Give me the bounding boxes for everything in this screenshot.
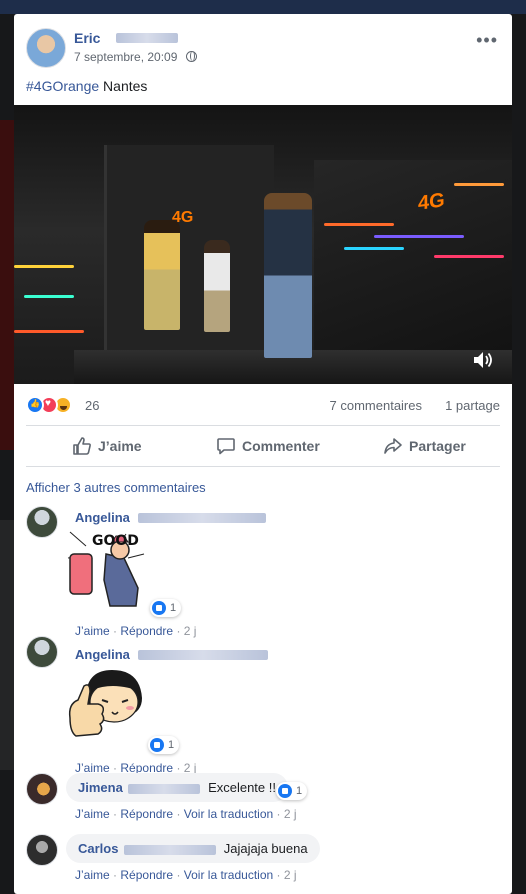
comment-count-link[interactable]: 7 commentaires <box>330 398 422 413</box>
light-streak <box>324 223 394 226</box>
brand-4g-screen: 4G <box>418 189 445 215</box>
video-person-man <box>264 193 312 358</box>
post-action-bar: J’aime Commenter Partager <box>26 425 500 467</box>
comment-button[interactable]: Commenter <box>216 426 320 466</box>
comment-like-badge[interactable]: 1 <box>150 599 182 617</box>
comment-text: Excelente !! <box>208 780 276 795</box>
good-thumbs-up-sticker: GOOD <box>66 528 148 608</box>
light-streak <box>374 235 464 238</box>
post-text-body: Nantes <box>99 78 148 94</box>
comment-bubble: Jimena Excelente !! <box>66 773 288 802</box>
video-person-child <box>204 240 230 332</box>
light-streak <box>14 330 84 333</box>
comment-like-count: 1 <box>170 602 177 614</box>
sticker-text: GOOD <box>92 533 139 549</box>
like-mini-icon <box>150 738 164 752</box>
reaction-count[interactable]: 26 <box>85 398 99 413</box>
comment-header: Angelina <box>75 646 269 664</box>
comment-time[interactable]: 2 j <box>284 868 297 882</box>
comment-like-link[interactable]: J’aime <box>75 807 110 821</box>
commenter-avatar[interactable] <box>26 506 58 538</box>
light-streak <box>454 183 504 186</box>
post-timestamp[interactable]: 7 septembre, 20:09 <box>74 50 177 64</box>
light-streak <box>344 247 404 250</box>
post-meta: 7 septembre, 20:09 <box>74 50 197 64</box>
commenter-name[interactable]: Jimena <box>78 780 123 795</box>
commenter-avatar[interactable] <box>26 834 58 866</box>
like-mini-icon <box>152 601 166 615</box>
top-navigation-bar <box>0 0 526 14</box>
comment-item: Jimena Excelente !! 1 J’aime · Répondre … <box>26 773 500 825</box>
reaction-icons[interactable] <box>26 396 84 414</box>
comment-like-count: 1 <box>296 785 303 797</box>
hashtag-link[interactable]: #4GOrange <box>26 78 99 94</box>
comment-item: Angelina GOOD 1 J’aime · Répondre · 2 j <box>26 506 500 638</box>
comment-reply-link[interactable]: Répondre <box>120 807 173 821</box>
commenter-name[interactable]: Angelina <box>75 510 130 525</box>
light-streak <box>14 265 74 268</box>
redacted-surname <box>138 649 269 660</box>
comment-like-count: 1 <box>168 739 175 751</box>
comment-text: Jajajaja buena <box>223 841 308 856</box>
share-button[interactable]: Partager <box>383 426 466 466</box>
author-avatar[interactable] <box>26 28 66 68</box>
comment-like-badge[interactable]: 1 <box>276 782 308 800</box>
video-person-boy <box>144 220 180 330</box>
light-streak <box>24 295 74 298</box>
video-stage-wall <box>104 145 274 365</box>
commenter-name[interactable]: Carlos <box>78 841 118 856</box>
share-button-label: Partager <box>409 438 466 454</box>
light-streak <box>434 255 504 258</box>
comment-actions: J’aime · Répondre · Voir la traduction ·… <box>75 807 297 821</box>
like-button-label: J’aime <box>98 438 142 454</box>
commenter-name[interactable]: Angelina <box>75 647 130 662</box>
thumbs-up-girl-sticker <box>66 664 146 746</box>
thumbs-up-icon <box>73 437 91 455</box>
post-video[interactable]: 4G 4G <box>14 105 512 384</box>
like-button[interactable]: J’aime <box>72 426 142 466</box>
redacted-surname <box>138 512 267 523</box>
share-arrow-icon <box>384 438 402 454</box>
comment-bubble: Carlos Jajajaja buena <box>66 834 320 863</box>
author-name[interactable]: Eric <box>74 30 100 46</box>
see-translation-link[interactable]: Voir la traduction <box>184 807 273 821</box>
redacted-surname <box>116 33 178 43</box>
reactions-summary: 26 7 commentaires 1 partage <box>26 394 500 416</box>
post-card: Eric 7 septembre, 20:09 ••• #4GOrange Na… <box>14 14 512 894</box>
commenter-avatar[interactable] <box>26 636 58 668</box>
see-translation-link[interactable]: Voir la traduction <box>184 868 273 882</box>
post-header: Eric 7 septembre, 20:09 ••• <box>26 26 500 70</box>
speech-bubble-icon <box>217 438 235 455</box>
globe-icon <box>185 51 197 62</box>
comment-time[interactable]: 2 j <box>284 807 297 821</box>
post-text: #4GOrange Nantes <box>26 78 147 94</box>
commenter-avatar[interactable] <box>26 773 58 805</box>
like-reaction-icon <box>26 396 44 414</box>
redacted-surname <box>124 844 217 855</box>
comment-item: Carlos Jajajaja buena J’aime · Répondre … <box>26 834 500 886</box>
comment-like-badge[interactable]: 1 <box>148 736 180 754</box>
speaker-icon[interactable] <box>472 350 494 370</box>
comment-like-link[interactable]: J’aime <box>75 868 110 882</box>
video-stage-backdrop <box>314 160 512 360</box>
comment-reply-link[interactable]: Répondre <box>120 868 173 882</box>
share-count-link[interactable]: 1 partage <box>445 398 500 413</box>
comment-item: Angelina 1 J’aime · Répondre · 2 j <box>26 636 500 775</box>
background-content-strip <box>0 120 14 450</box>
view-more-comments-link[interactable]: Afficher 3 autres commentaires <box>26 480 206 495</box>
redacted-surname <box>128 783 201 794</box>
like-mini-icon <box>278 784 292 798</box>
comment-button-label: Commenter <box>242 438 320 454</box>
more-options-icon[interactable]: ••• <box>476 30 498 51</box>
comment-header: Angelina <box>75 509 267 527</box>
comment-actions: J’aime · Répondre · Voir la traduction ·… <box>75 868 297 882</box>
background-content-strip-lower <box>0 520 14 770</box>
